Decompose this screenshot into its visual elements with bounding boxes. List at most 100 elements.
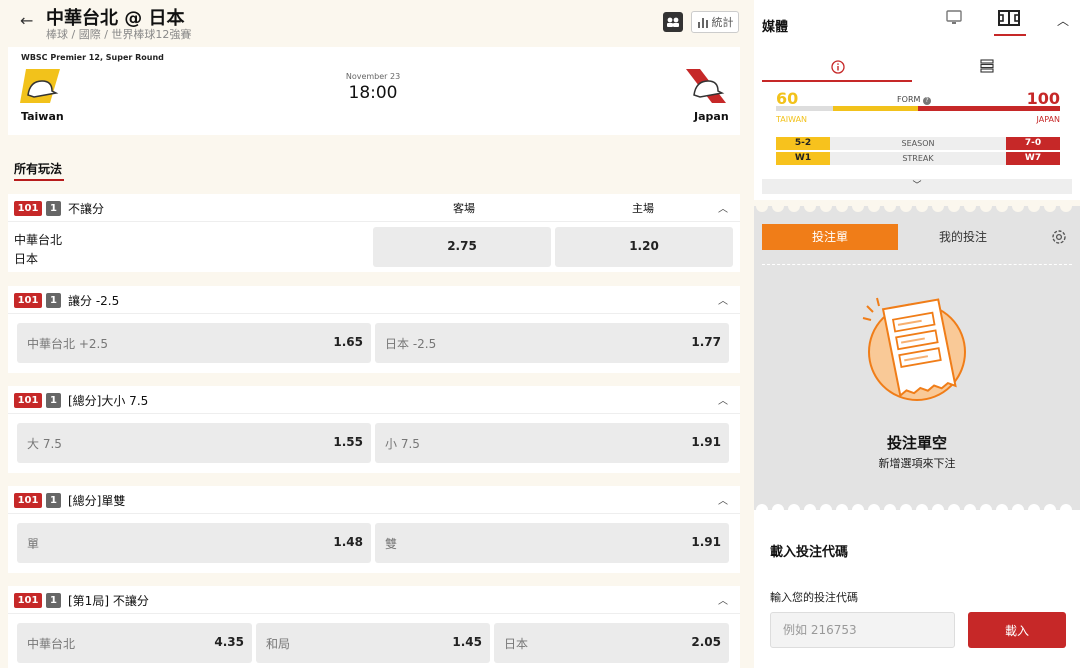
- bet-code-input[interactable]: [770, 612, 955, 648]
- page-header: ← 中華台北 @ 日本 棒球 / 國際 / 世界棒球12強賽 統計: [0, 0, 748, 46]
- odds-button[interactable]: 2.75: [373, 227, 551, 267]
- stats-button[interactable]: 統計: [691, 11, 739, 33]
- team-label: 中華台北: [14, 233, 63, 247]
- collapse-chevron-icon[interactable]: ︿: [1057, 12, 1069, 29]
- match-card: WBSC Premier 12, Super Round Taiwan Nove…: [8, 47, 740, 135]
- tab-betslip[interactable]: 投注單: [762, 224, 898, 250]
- help-icon[interactable]: ?: [922, 97, 931, 105]
- empty-receipt-icon: [862, 297, 966, 401]
- main-content: ← 中華台北 @ 日本 棒球 / 國際 / 世界棒球12強賽 統計 WBSC P…: [0, 0, 748, 668]
- market-code-badge: 101: [14, 493, 42, 508]
- collapse-chevron-icon[interactable]: ︿: [718, 492, 728, 507]
- odds-label: 單: [27, 537, 40, 551]
- market-header[interactable]: 101 1 [第1局] 不讓分 ︿: [8, 586, 740, 614]
- lineup-icon[interactable]: [663, 12, 683, 32]
- gear-icon[interactable]: [1050, 228, 1068, 246]
- market-handicap: 101 1 讓分 -2.5 ︿ 中華台北 +2.5 1.65 日本 -2.5 1…: [8, 286, 740, 373]
- scallop-edge-top: [754, 200, 1080, 212]
- odds-button[interactable]: 日本 -2.5 1.77: [375, 323, 729, 363]
- list-tab[interactable]: [912, 57, 1062, 81]
- form-bar: [776, 106, 1060, 111]
- market-header[interactable]: 101 1 不讓分 客場 主場 ︿: [8, 194, 740, 222]
- odds-value: 4.35: [214, 635, 244, 649]
- side-panel: 媒體 ︿ 60 FORM ? 100 TAIWAN JAPAN 5-2 SEAS…: [754, 0, 1080, 668]
- market-total: 101 1 [總分]大小 7.5 ︿ 大 7.5 1.55 小 7.5 1.91: [8, 386, 740, 473]
- odds-label: 和局: [266, 637, 291, 651]
- odds-button[interactable]: 單 1.48: [17, 523, 371, 563]
- load-button[interactable]: 載入: [968, 612, 1066, 648]
- streak-home: W1: [776, 152, 830, 165]
- market-code-badge: 101: [14, 393, 42, 408]
- monitor-icon[interactable]: [946, 9, 962, 27]
- period-badge: 1: [46, 293, 61, 308]
- odds-button[interactable]: 1.20: [555, 227, 733, 267]
- odds-button[interactable]: 和局 1.45: [256, 623, 490, 663]
- betslip-panel: 投注單 我的投注 投注單空 新增選項來下注: [754, 200, 1080, 516]
- odds-value: 2.05: [691, 635, 721, 649]
- back-arrow-icon[interactable]: ←: [20, 11, 33, 30]
- period-badge: 1: [46, 393, 61, 408]
- form-away-team: JAPAN: [1036, 115, 1060, 124]
- season-home: 5-2: [776, 137, 830, 150]
- match-time: 18:00: [348, 83, 398, 103]
- form-label-text: FORM: [897, 95, 921, 104]
- odds-label: 雙: [385, 537, 398, 551]
- odds-button[interactable]: 小 7.5 1.91: [375, 423, 729, 463]
- streak-row: W1 STREAK W7: [776, 152, 1060, 165]
- collapse-chevron-icon[interactable]: ︿: [718, 592, 728, 607]
- odds-label: 日本 -2.5: [385, 337, 437, 351]
- list-icon: [980, 59, 994, 73]
- column-away: 客場: [453, 202, 475, 215]
- odds-button[interactable]: 大 7.5 1.55: [17, 423, 371, 463]
- odds-value: 1.48: [333, 535, 363, 549]
- market-header[interactable]: 101 1 讓分 -2.5 ︿: [8, 286, 740, 314]
- odds-label: 中華台北: [27, 637, 76, 651]
- odds-value: 1.20: [629, 239, 659, 253]
- competition-name: WBSC Premier 12, Super Round: [21, 53, 164, 62]
- odds-value: 2.75: [447, 239, 477, 253]
- odds-value: 1.91: [691, 535, 721, 549]
- info-tab[interactable]: [762, 57, 912, 81]
- period-badge: 1: [46, 593, 61, 608]
- odds-button[interactable]: 日本 2.05: [494, 623, 729, 663]
- streak-away: W7: [1006, 152, 1060, 165]
- odds-button[interactable]: 中華台北 4.35: [17, 623, 252, 663]
- market-header[interactable]: 101 1 [總分]大小 7.5 ︿: [8, 386, 740, 414]
- market-first-inning: 101 1 [第1局] 不讓分 ︿ 中華台北 4.35 和局 1.45 日本 2…: [8, 586, 740, 668]
- collapse-chevron-icon[interactable]: ︿: [718, 292, 728, 307]
- expand-chevron-icon[interactable]: ﹀: [762, 179, 1072, 194]
- market-code-badge: 101: [14, 593, 42, 608]
- market-header[interactable]: 101 1 [總分]單雙 ︿: [8, 486, 740, 514]
- odds-label: 日本: [504, 637, 529, 651]
- odds-label: 小 7.5: [385, 437, 420, 451]
- team-label: 日本: [14, 252, 39, 266]
- divider: [762, 264, 1072, 265]
- tab-my-bets[interactable]: 我的投注: [898, 224, 1028, 250]
- odds-value: 1.55: [333, 435, 363, 449]
- field-icon[interactable]: [998, 9, 1020, 27]
- period-badge: 1: [46, 201, 61, 216]
- away-team-name: Japan: [694, 110, 729, 123]
- odds-value: 1.77: [691, 335, 721, 349]
- column-home: 主場: [632, 202, 654, 215]
- stats-label: 統計: [711, 16, 734, 29]
- odds-button[interactable]: 中華台北 +2.5 1.65: [17, 323, 371, 363]
- odds-button[interactable]: 雙 1.91: [375, 523, 729, 563]
- breadcrumb[interactable]: 棒球 / 國際 / 世界棒球12強賽: [46, 26, 191, 42]
- collapse-chevron-icon[interactable]: ︿: [718, 392, 728, 407]
- odds-value: 1.65: [333, 335, 363, 349]
- period-badge: 1: [46, 493, 61, 508]
- tab-all-markets[interactable]: 所有玩法: [14, 160, 62, 177]
- market-title: [第1局] 不讓分: [68, 594, 149, 608]
- code-label: 輸入您的投注代碼: [770, 591, 858, 604]
- collapse-chevron-icon[interactable]: ︿: [718, 200, 728, 215]
- japan-helmet-icon: [686, 69, 726, 103]
- market-title: [總分]大小 7.5: [68, 394, 149, 408]
- market-code-badge: 101: [14, 201, 42, 216]
- streak-label: STREAK: [902, 154, 934, 163]
- scallop-edge-bottom: [754, 504, 1080, 516]
- empty-title: 投注單空: [886, 434, 947, 452]
- taiwan-helmet-icon: [20, 69, 60, 103]
- info-tab-underline: [762, 80, 912, 82]
- odds-label: 中華台北 +2.5: [27, 337, 108, 351]
